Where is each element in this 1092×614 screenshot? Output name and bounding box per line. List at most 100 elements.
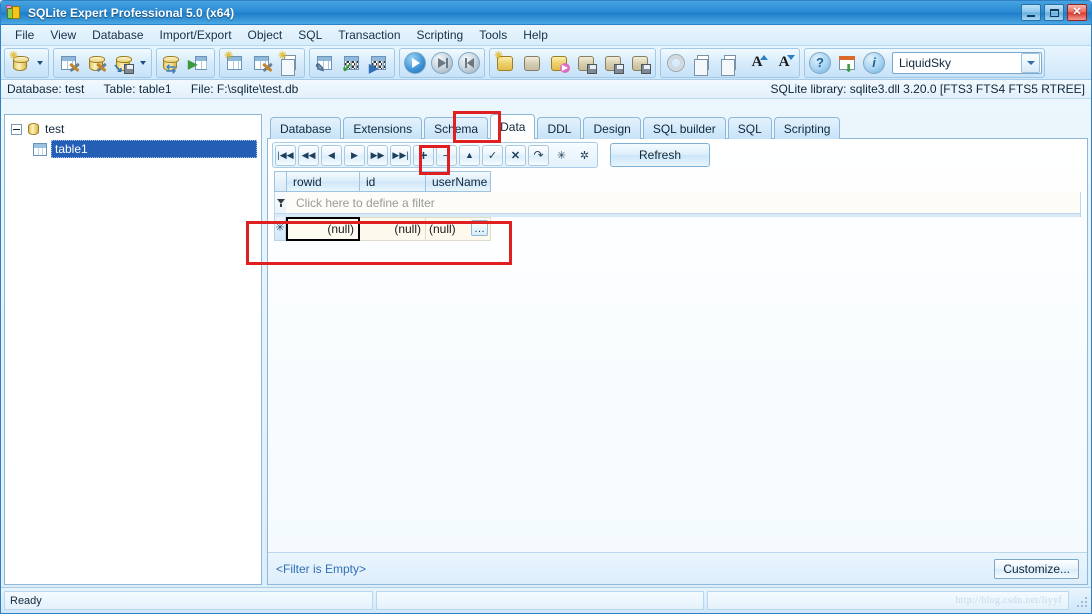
status-ready: Ready bbox=[4, 591, 373, 610]
paste-icon[interactable] bbox=[717, 50, 743, 76]
column-header-id[interactable]: id bbox=[360, 171, 426, 192]
menu-item-import-export[interactable]: Import/Export bbox=[152, 26, 240, 44]
run-script-icon[interactable]: ▶ bbox=[546, 50, 572, 76]
data-grid: rowid id userName Click here to define a… bbox=[268, 171, 1087, 552]
tab-design[interactable]: Design bbox=[583, 117, 641, 139]
font-decrease-icon[interactable]: A bbox=[771, 50, 797, 76]
delete-record-button[interactable]: − bbox=[436, 144, 457, 166]
refresh-record-button[interactable]: ↷ bbox=[528, 144, 549, 166]
transfer-data-icon[interactable]: ⇆ bbox=[159, 50, 185, 76]
about-icon[interactable]: i bbox=[861, 50, 887, 76]
grid-header-row: rowid id userName bbox=[274, 171, 1081, 192]
refresh-button[interactable]: Refresh bbox=[610, 143, 710, 167]
help-icon[interactable]: ? bbox=[807, 50, 833, 76]
maximize-button[interactable] bbox=[1044, 4, 1064, 21]
table-icon bbox=[33, 142, 47, 156]
new-view-icon[interactable]: ✳ bbox=[276, 50, 302, 76]
maintain-database-icon[interactable] bbox=[83, 50, 109, 76]
column-header-rowid[interactable]: rowid bbox=[286, 171, 360, 192]
menu-item-object[interactable]: Object bbox=[240, 26, 291, 44]
import-table-icon[interactable]: ▶ bbox=[186, 50, 212, 76]
cell-id[interactable]: (null) bbox=[360, 217, 426, 241]
step-icon[interactable] bbox=[429, 50, 455, 76]
customize-button[interactable]: Customize... bbox=[994, 558, 1079, 579]
theme-select[interactable]: LiquidSky bbox=[892, 51, 1042, 74]
filter-placeholder[interactable]: Click here to define a filter bbox=[286, 192, 1081, 214]
insert-record-button[interactable]: + bbox=[413, 144, 434, 166]
design-database-icon[interactable] bbox=[56, 50, 82, 76]
tree-node-database[interactable]: test bbox=[7, 119, 259, 139]
play-icon[interactable] bbox=[402, 50, 428, 76]
last-record-button[interactable]: ▶▶| bbox=[390, 144, 411, 166]
tree-node-table1[interactable]: table1 bbox=[7, 139, 259, 159]
tab-schema[interactable]: Schema bbox=[424, 117, 489, 139]
check-updates-icon[interactable]: ⬇ bbox=[834, 50, 860, 76]
menu-item-database[interactable]: Database bbox=[84, 26, 151, 44]
close-button[interactable]: ✕ bbox=[1067, 4, 1087, 21]
toolbar-group-database-tools: ↘ bbox=[53, 47, 152, 78]
first-record-button[interactable]: |◀◀ bbox=[275, 144, 296, 166]
save-all-scripts-icon[interactable] bbox=[627, 50, 653, 76]
chevron-down-icon[interactable] bbox=[1021, 52, 1040, 73]
tab-sql[interactable]: SQL bbox=[727, 117, 772, 139]
next-record-button[interactable]: ▶ bbox=[344, 144, 365, 166]
window-title: SQLite Expert Professional 5.0 (x64) bbox=[28, 5, 235, 20]
design-table-icon[interactable] bbox=[249, 50, 275, 76]
grid-filter-row[interactable]: Click here to define a filter bbox=[274, 192, 1081, 214]
backup-database-icon[interactable]: ↘ bbox=[110, 50, 136, 76]
cell-username[interactable]: (null) … bbox=[426, 217, 491, 241]
info-file: File: F:\sqlite\test.db bbox=[190, 82, 299, 96]
run-data-icon[interactable]: ▶ bbox=[366, 50, 392, 76]
minimize-button[interactable] bbox=[1021, 4, 1041, 21]
prior-record-button[interactable]: ◀ bbox=[321, 144, 342, 166]
cancel-edit-button[interactable]: ✕ bbox=[505, 144, 526, 166]
toolbar-group-help: ? ⬇ i LiquidSky bbox=[804, 47, 1045, 78]
menu-item-tools[interactable]: Tools bbox=[471, 26, 515, 44]
new-table-icon[interactable]: ✳ bbox=[222, 50, 248, 76]
menu-item-file[interactable]: File bbox=[7, 26, 42, 44]
stop-icon[interactable] bbox=[456, 50, 482, 76]
set-default-button[interactable]: ✲ bbox=[574, 145, 595, 166]
tab-extensions[interactable]: Extensions bbox=[343, 117, 423, 139]
app-logo-icon bbox=[6, 4, 22, 21]
filter-funnel-icon[interactable] bbox=[274, 192, 286, 214]
menu-item-help[interactable]: Help bbox=[515, 26, 556, 44]
apply-changes-icon[interactable]: ✔ bbox=[339, 50, 365, 76]
resize-grip[interactable] bbox=[1074, 594, 1088, 608]
new-database-icon[interactable]: ✳ bbox=[7, 50, 33, 76]
next-page-button[interactable]: ▶▶ bbox=[367, 144, 388, 166]
tab-sql-builder[interactable]: SQL builder bbox=[642, 117, 726, 139]
menu-item-transaction[interactable]: Transaction bbox=[330, 26, 408, 44]
new-script-icon[interactable]: ✳ bbox=[492, 50, 518, 76]
filter-status-label[interactable]: <Filter is Empty> bbox=[276, 562, 366, 576]
tab-database[interactable]: Database bbox=[270, 117, 342, 139]
set-null-button[interactable]: ✳ bbox=[551, 145, 572, 166]
info-table: Table: table1 bbox=[103, 82, 172, 96]
tab-scripting[interactable]: Scripting bbox=[773, 117, 841, 139]
column-header-username[interactable]: userName bbox=[426, 171, 491, 192]
edit-data-icon[interactable]: ✎ bbox=[312, 50, 338, 76]
font-increase-icon[interactable]: A bbox=[744, 50, 770, 76]
open-script-icon[interactable] bbox=[519, 50, 545, 76]
edit-record-button[interactable]: ▲ bbox=[459, 144, 480, 166]
tab-ddl[interactable]: DDL bbox=[537, 117, 582, 139]
prior-page-button[interactable]: ◀◀ bbox=[298, 144, 319, 166]
collapse-expander-icon[interactable] bbox=[11, 123, 22, 135]
table-row[interactable]: ✳ (null) (null) (null) … bbox=[274, 217, 1081, 241]
cell-username-value: (null) bbox=[429, 222, 456, 236]
save-script-as-icon[interactable] bbox=[600, 50, 626, 76]
menu-item-view[interactable]: View bbox=[42, 26, 84, 44]
title-bar: SQLite Expert Professional 5.0 (x64) ✕ bbox=[1, 1, 1091, 25]
cell-rowid[interactable]: (null) bbox=[286, 217, 360, 241]
database-tools-dropdown-icon[interactable] bbox=[137, 50, 149, 76]
post-edit-button[interactable]: ✓ bbox=[482, 144, 503, 166]
new-database-dropdown-icon[interactable] bbox=[34, 50, 46, 76]
menu-item-sql[interactable]: SQL bbox=[290, 26, 330, 44]
tab-data[interactable]: Data bbox=[490, 114, 536, 139]
save-script-icon[interactable] bbox=[573, 50, 599, 76]
cell-editor-ellipsis-button[interactable]: … bbox=[471, 220, 488, 236]
menu-item-scripting[interactable]: Scripting bbox=[409, 26, 472, 44]
options-gear-icon[interactable] bbox=[663, 50, 689, 76]
copy-icon[interactable] bbox=[690, 50, 716, 76]
toolbar-group-data: ✎ ✔ ▶ bbox=[309, 47, 395, 78]
